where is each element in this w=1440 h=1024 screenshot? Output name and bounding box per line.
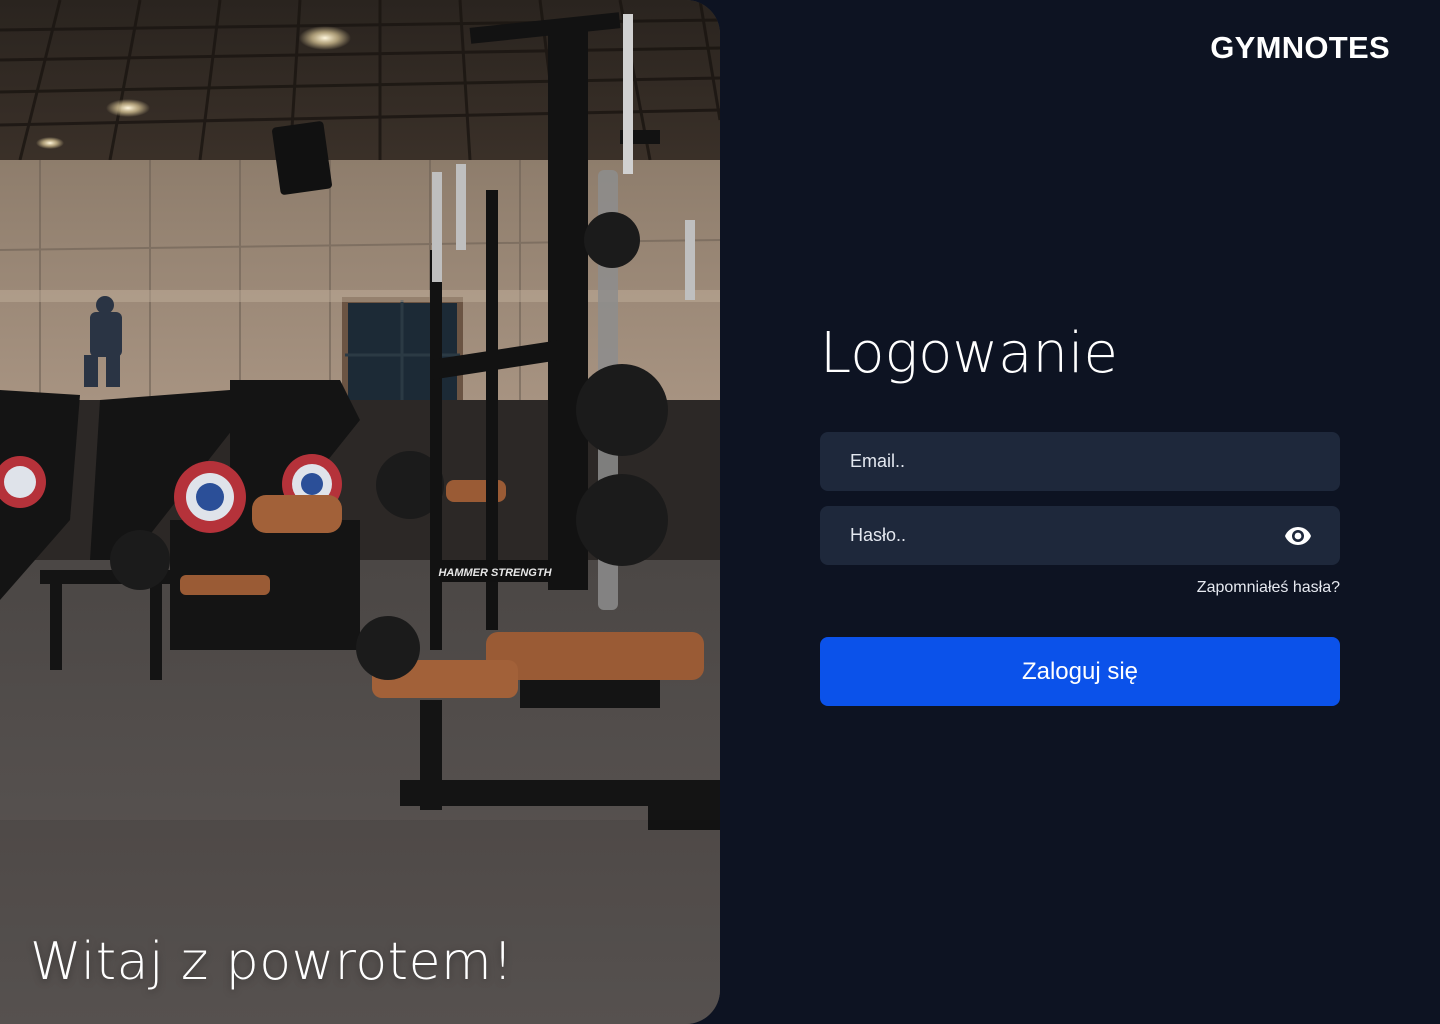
- email-field[interactable]: [820, 432, 1340, 491]
- forgot-password-link[interactable]: Zapomniałeś hasła?: [1197, 579, 1340, 596]
- forgot-password-row: Zapomniałeś hasła?: [820, 579, 1340, 597]
- login-page: HAMMER STRENGTH Witaj z powrotem! GYMNOT…: [0, 0, 1440, 1024]
- hero-caption: Witaj z powrotem!: [30, 932, 514, 992]
- login-form: Logowanie Zapomniałeś hasła? Zaloguj się: [820, 320, 1340, 706]
- eye-icon[interactable]: [1284, 526, 1312, 546]
- equipment-label: HAMMER STRENGTH: [438, 567, 552, 579]
- page-title: Logowanie: [820, 321, 1118, 386]
- password-field-wrapper: [820, 506, 1340, 565]
- password-field[interactable]: [820, 506, 1340, 565]
- login-button[interactable]: Zaloguj się: [820, 637, 1340, 706]
- hero-panel: HAMMER STRENGTH Witaj z powrotem!: [0, 0, 720, 1024]
- brand-logo: GYMNOTES: [1210, 30, 1390, 65]
- email-field-wrapper: [820, 432, 1340, 491]
- gym-photo: HAMMER STRENGTH: [0, 0, 720, 1024]
